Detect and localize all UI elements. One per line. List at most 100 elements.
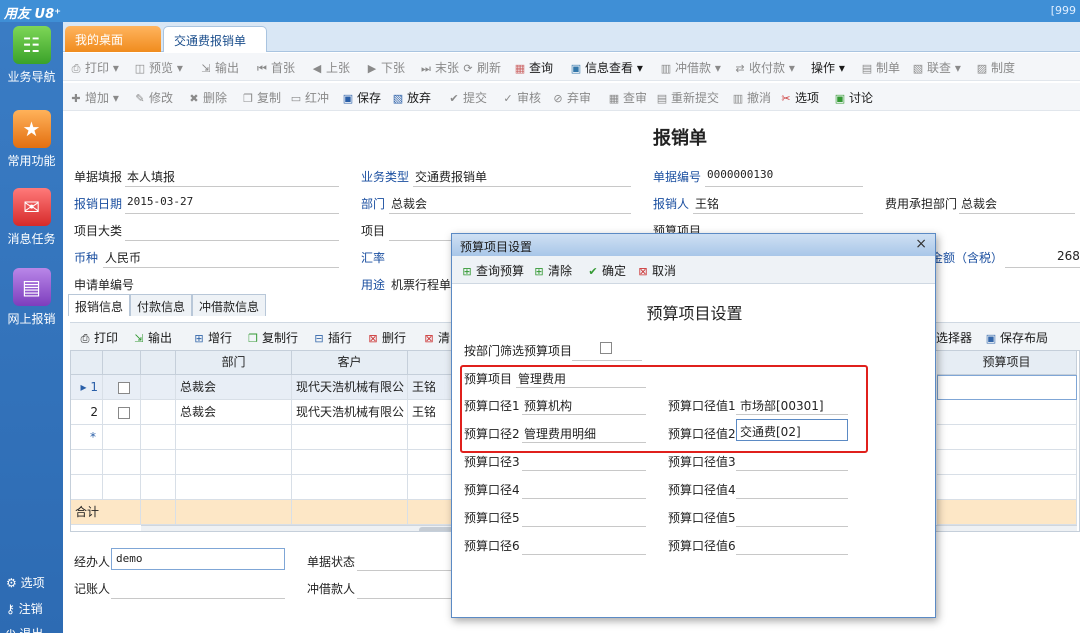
biz-type-label[interactable]: 业务类型 bbox=[361, 168, 409, 185]
date-label[interactable]: 报销日期 bbox=[74, 195, 122, 212]
purpose-label[interactable]: 用途 bbox=[361, 276, 385, 293]
grid-print-button[interactable]: ⎙ 打印 bbox=[78, 329, 118, 346]
cell-dept[interactable]: 总裁会 bbox=[176, 400, 292, 425]
claimant-field[interactable]: 王铭 bbox=[695, 195, 719, 212]
filter-by-dept-checkbox[interactable] bbox=[600, 342, 612, 354]
sidebar-item-business-nav[interactable]: ☷ 业务导航 bbox=[0, 26, 63, 85]
revoke-button[interactable]: ▥ 撤消 bbox=[731, 89, 771, 106]
check-approval-button[interactable]: ▦ 查审 bbox=[607, 89, 647, 106]
amount-field[interactable]: 268. bbox=[1057, 249, 1080, 263]
link-query-button[interactable]: ▧ 联查 ▾ bbox=[911, 59, 961, 76]
add-row-button[interactable]: ⊞ 增行 bbox=[192, 329, 232, 346]
prev-button[interactable]: ◀ 上张 bbox=[310, 59, 350, 76]
cost-dept-field[interactable]: 总裁会 bbox=[961, 195, 997, 212]
print-button[interactable]: ⎙ 打印 ▾ bbox=[69, 59, 119, 76]
row-checkbox[interactable] bbox=[103, 375, 141, 400]
doc-no-label[interactable]: 单据编号 bbox=[653, 168, 701, 185]
handler-field[interactable]: demo bbox=[111, 548, 285, 570]
dim-1-value-field[interactable]: 市场部[00301] bbox=[740, 397, 824, 414]
currency-label[interactable]: 币种 bbox=[74, 249, 98, 266]
col-header-customer[interactable]: 客户 bbox=[292, 351, 408, 375]
red-offset-button[interactable]: ▭ 红冲 bbox=[289, 89, 329, 106]
sidebar-options[interactable]: ⚙ 选项 bbox=[6, 574, 45, 591]
sidebar-exit[interactable]: ⏻ 退出 bbox=[6, 625, 43, 633]
sidebar-logout[interactable]: ⚷ 注销 bbox=[6, 600, 43, 617]
budget-item-field[interactable]: 管理费用 bbox=[518, 370, 566, 387]
col-header-budget-item[interactable]: 预算项目 bbox=[937, 351, 1077, 375]
cancel-button[interactable]: ⊠ 取消 bbox=[636, 262, 676, 279]
options-button[interactable]: ✂ 选项 bbox=[779, 89, 819, 106]
cell-customer[interactable]: 现代天浩机械有限公 bbox=[292, 375, 408, 400]
sidebar-item-message-tasks[interactable]: ✉ 消息任务 bbox=[0, 188, 63, 247]
fill-type-field[interactable]: 本人填报 bbox=[127, 168, 175, 185]
clear-button[interactable]: ⊞ 清除 bbox=[532, 262, 572, 279]
submit-button[interactable]: ✔ 提交 bbox=[447, 89, 487, 106]
amount-label[interactable]: 金额（含税） bbox=[931, 249, 1003, 266]
add-button[interactable]: ✚ 增加 ▾ bbox=[69, 89, 118, 106]
grid-export-button[interactable]: ⇲ 输出 bbox=[132, 329, 172, 346]
operation-menu[interactable]: 操作 ▾ bbox=[811, 59, 845, 76]
purpose-field[interactable]: 机票行程单 bbox=[391, 276, 451, 293]
cell-budget-item[interactable] bbox=[937, 375, 1077, 400]
modify-button[interactable]: ✎ 修改 bbox=[133, 89, 173, 106]
offset-loan-button[interactable]: ▥ 冲借款 ▾ bbox=[659, 59, 721, 76]
make-voucher-button[interactable]: ▤ 制单 bbox=[860, 59, 900, 76]
sidebar-item-online-expense[interactable]: ▤ 网上报销 bbox=[0, 268, 63, 327]
first-button[interactable]: ⏮ 首张 bbox=[255, 59, 295, 76]
confirm-button[interactable]: ✔ 确定 bbox=[586, 262, 626, 279]
selector-button[interactable]: 选择器 bbox=[936, 329, 972, 346]
dept-field[interactable]: 总裁会 bbox=[391, 195, 427, 212]
save-layout-button[interactable]: ▣ 保存布局 bbox=[984, 329, 1048, 346]
cell-budget-item[interactable] bbox=[937, 400, 1077, 425]
prev-icon: ◀ bbox=[312, 62, 322, 75]
tab-transport-expense[interactable]: 交通费报销单 × bbox=[163, 26, 267, 63]
reject-button[interactable]: ⊘ 弃审 bbox=[551, 89, 591, 106]
add-row-icon: ⊞ bbox=[194, 332, 204, 345]
cell-person[interactable]: 王铭 bbox=[408, 375, 452, 400]
tab-offset-loan-info[interactable]: 冲借款信息 bbox=[192, 294, 267, 316]
export-button[interactable]: ⇲ 输出 bbox=[199, 59, 239, 76]
close-icon[interactable]: × bbox=[915, 236, 927, 252]
dim-1-field[interactable]: 预算机构 bbox=[524, 397, 572, 414]
insert-row-button[interactable]: ⊟ 插行 bbox=[312, 329, 352, 346]
tab-payment-info[interactable]: 付款信息 bbox=[130, 294, 193, 316]
approve-button[interactable]: ✓ 审核 bbox=[501, 89, 541, 106]
biz-type-field[interactable]: 交通费报销单 bbox=[415, 168, 487, 185]
dim-6-value-label: 预算口径值6 bbox=[668, 539, 736, 553]
date-field[interactable]: 2015-03-27 bbox=[127, 195, 193, 208]
row-checkbox[interactable] bbox=[103, 400, 141, 425]
claimant-label[interactable]: 报销人 bbox=[653, 195, 689, 212]
doc-no-field[interactable]: 0000000130 bbox=[707, 168, 773, 181]
dim-2-field[interactable]: 管理费用明细 bbox=[524, 425, 596, 442]
cell-person[interactable]: 王铭 bbox=[408, 400, 452, 425]
cell-customer[interactable]: 现代天浩机械有限公 bbox=[292, 400, 408, 425]
dim-2-value-field[interactable]: 交通费[02] bbox=[736, 419, 848, 441]
delete-button[interactable]: ✖ 删除 bbox=[187, 89, 227, 106]
refresh-button[interactable]: ⟳ 刷新 bbox=[461, 59, 501, 76]
query-budget-button[interactable]: ⊞ 查询预算 bbox=[460, 262, 524, 279]
cell-dept[interactable]: 总裁会 bbox=[176, 375, 292, 400]
tab-my-desktop[interactable]: 我的桌面 bbox=[65, 26, 161, 52]
save-button[interactable]: ▣ 保存 bbox=[341, 89, 381, 106]
next-button[interactable]: ▶ 下张 bbox=[365, 59, 405, 76]
discuss-button[interactable]: ▣ 讨论 bbox=[833, 89, 873, 106]
filter-by-dept-label: 按部门筛选预算项目 bbox=[464, 344, 573, 358]
last-button[interactable]: ⏭ 末张 bbox=[419, 59, 459, 76]
sidebar-item-common-functions[interactable]: ★ 常用功能 bbox=[0, 110, 63, 169]
dept-label[interactable]: 部门 bbox=[361, 195, 385, 212]
delete-row-button[interactable]: ⊠ 删行 bbox=[366, 329, 406, 346]
copy-button[interactable]: ❐ 复制 bbox=[241, 89, 281, 106]
col-header-dept[interactable]: 部门 bbox=[176, 351, 292, 375]
resubmit-button[interactable]: ▤ 重新提交 bbox=[655, 89, 719, 106]
tab-expense-info[interactable]: 报销信息 bbox=[68, 294, 131, 316]
abandon-button[interactable]: ▧ 放弃 bbox=[391, 89, 431, 106]
copy-row-button[interactable]: ❐ 复制行 bbox=[246, 329, 298, 346]
rate-label[interactable]: 汇率 bbox=[361, 249, 385, 266]
receive-pay-button[interactable]: ⇄ 收付款 ▾ bbox=[733, 59, 794, 76]
preview-button[interactable]: ◫ 预览 ▾ bbox=[133, 59, 183, 76]
clear-button[interactable]: ⊠ 清 bbox=[422, 329, 450, 346]
system-button[interactable]: ▨ 制度 bbox=[975, 59, 1015, 76]
query-button[interactable]: ▦ 查询 bbox=[513, 59, 553, 76]
currency-field[interactable]: 人民币 bbox=[105, 249, 141, 266]
info-view-button[interactable]: ▣ 信息查看 ▾ bbox=[569, 59, 643, 76]
